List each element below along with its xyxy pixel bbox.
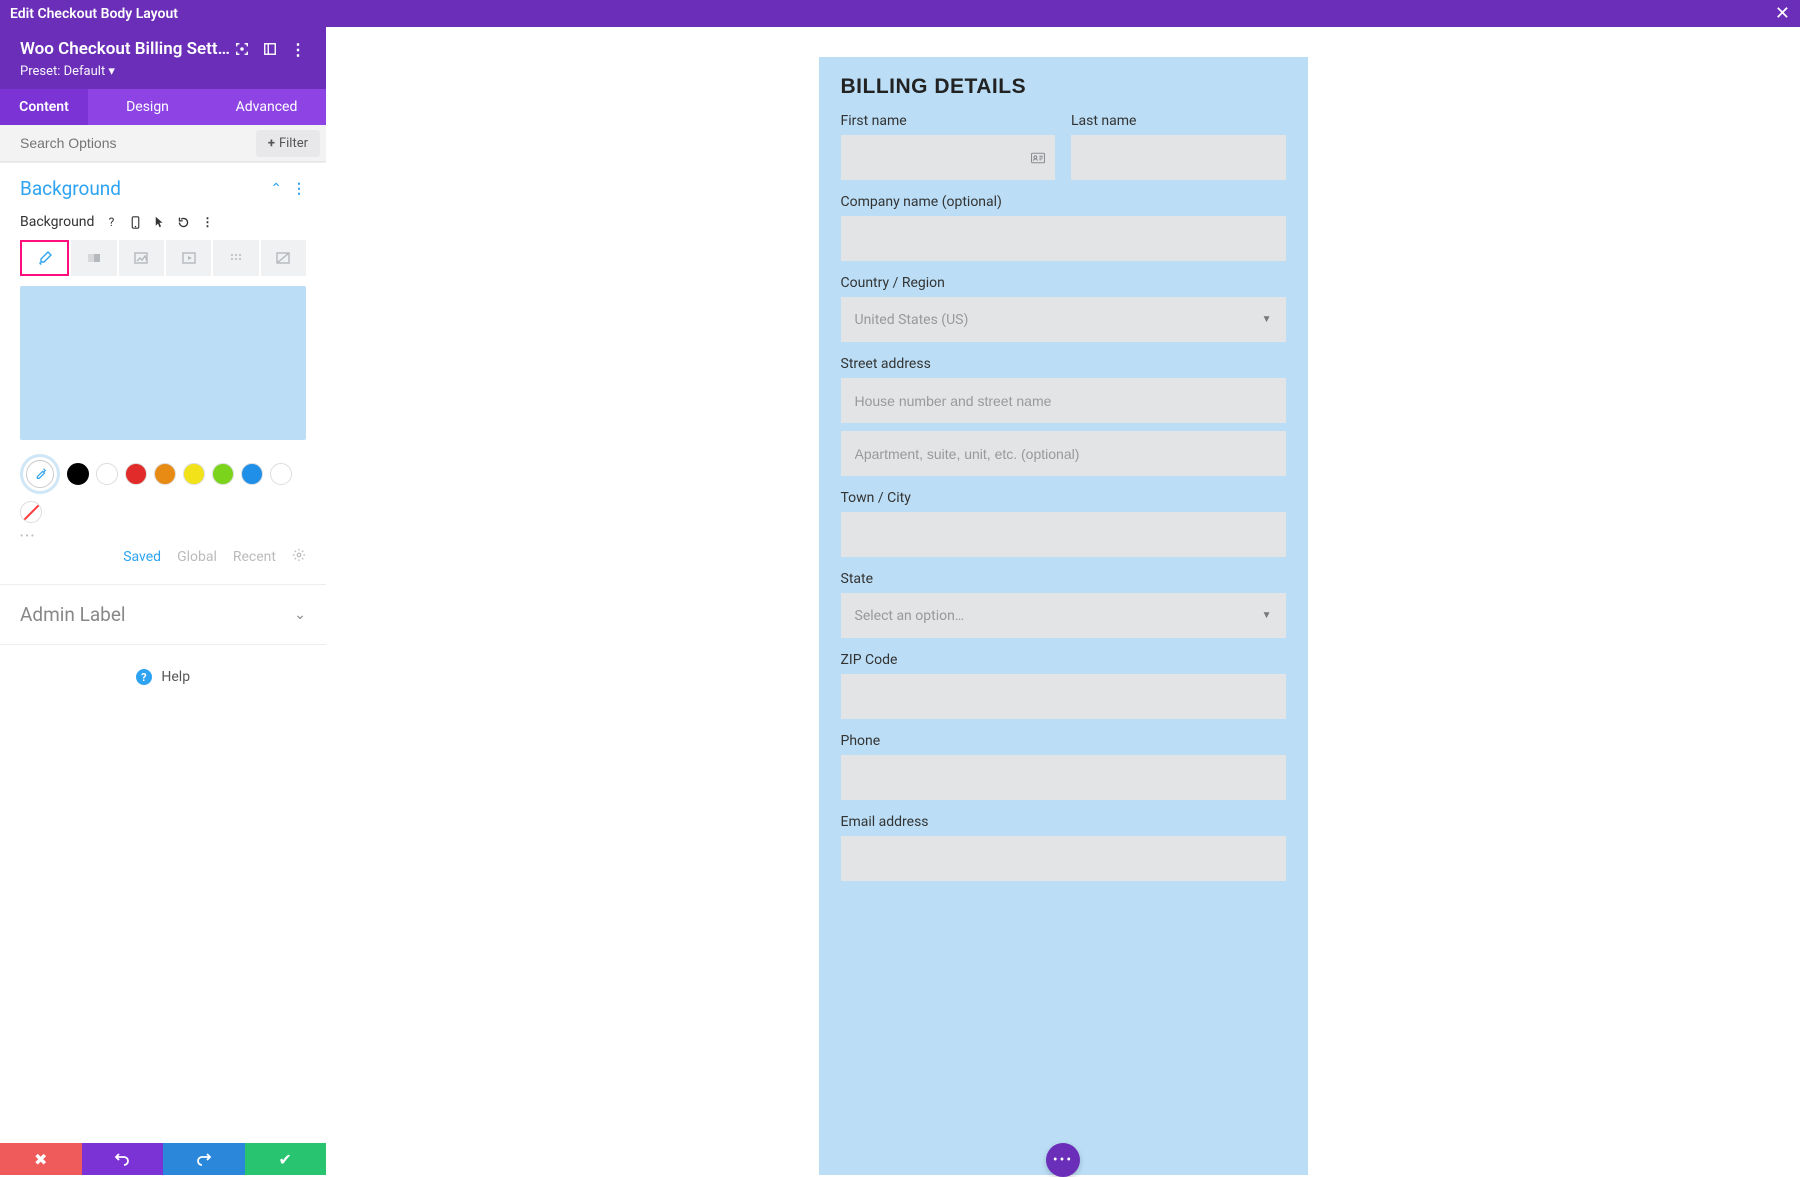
caret-down-icon-2: ▼	[1262, 610, 1272, 621]
select-country-value: United States (US)	[855, 312, 969, 328]
search-row: + Filter	[0, 125, 326, 162]
background-subrow: Background ? ⋮	[0, 214, 326, 240]
swatch-green[interactable]	[212, 463, 234, 485]
swatch-none[interactable]	[20, 501, 42, 523]
settings-panel: Woo Checkout Billing Setti... ⋮ Preset: …	[0, 27, 326, 1143]
search-input[interactable]	[0, 125, 256, 161]
background-label: Background	[20, 214, 94, 230]
swatch-black[interactable]	[67, 463, 89, 485]
help-badge-icon: ?	[136, 669, 152, 685]
panel-body: Background ⌃ ⋮ Background ? ⋮	[0, 162, 326, 1143]
input-email[interactable]	[841, 836, 1286, 881]
billing-module: BILLING DETAILS First name Last name Com…	[819, 57, 1308, 1175]
swatch-more-icon[interactable]: •••	[0, 531, 326, 542]
swatch-white-2[interactable]	[270, 463, 292, 485]
module-fab-icon[interactable]: •••	[1046, 1143, 1080, 1177]
select-state-value: Select an option…	[855, 608, 965, 624]
recent-tab[interactable]: Recent	[233, 549, 276, 565]
label-first-name: First name	[841, 113, 1056, 129]
eyedropper-active-wrap	[20, 454, 60, 494]
label-email: Email address	[841, 814, 1286, 830]
label-zip: ZIP Code	[841, 652, 1286, 668]
section-background: Background ⌃ ⋮ Background ? ⋮	[0, 162, 326, 584]
expand-icon[interactable]: ⌄	[294, 607, 306, 623]
input-company[interactable]	[841, 216, 1286, 261]
swatch-white-1[interactable]	[96, 463, 118, 485]
select-state[interactable]: Select an option… ▼	[841, 593, 1286, 638]
select-country[interactable]: United States (US) ▼	[841, 297, 1286, 342]
saved-tab[interactable]: Saved	[123, 549, 161, 565]
redo-button[interactable]	[163, 1143, 245, 1175]
label-country: Country / Region	[841, 275, 1286, 291]
color-preview[interactable]	[20, 286, 306, 440]
label-city: Town / City	[841, 490, 1286, 506]
bg-tab-pattern[interactable]	[213, 240, 258, 276]
input-first-name[interactable]	[841, 135, 1056, 180]
global-tab[interactable]: Global	[177, 549, 217, 565]
close-icon[interactable]: ✕	[1775, 3, 1790, 24]
label-company: Company name (optional)	[841, 194, 1286, 210]
app-bar: Edit Checkout Body Layout ✕	[0, 0, 1800, 27]
bg-tab-video[interactable]	[166, 240, 211, 276]
billing-title: BILLING DETAILS	[841, 75, 1286, 99]
undo-button[interactable]	[82, 1143, 164, 1175]
app-bar-title: Edit Checkout Body Layout	[10, 6, 178, 22]
filter-button[interactable]: + Filter	[256, 130, 320, 157]
reset-icon[interactable]	[176, 215, 190, 229]
columns-icon[interactable]	[262, 41, 278, 57]
tab-content[interactable]: Content	[0, 89, 88, 125]
filter-label: Filter	[279, 136, 308, 151]
background-type-tabs	[0, 240, 326, 286]
input-last-name[interactable]	[1071, 135, 1286, 180]
section-background-title[interactable]: Background	[20, 177, 121, 200]
tab-design[interactable]: Design	[88, 89, 207, 125]
input-street-2[interactable]	[841, 431, 1286, 476]
kebab-icon[interactable]: ⋮	[290, 41, 306, 57]
canvas: BILLING DETAILS First name Last name Com…	[326, 27, 1800, 1175]
bg-tab-mask[interactable]	[261, 240, 306, 276]
preset-dropdown[interactable]: Preset: Default ▾	[20, 64, 306, 79]
section-admin-label: Admin Label ⌄	[0, 584, 326, 645]
help-row[interactable]: ? Help	[0, 645, 326, 709]
discard-button[interactable]: ✖	[0, 1143, 82, 1175]
scan-icon[interactable]	[234, 41, 250, 57]
module-title: Woo Checkout Billing Setti...	[20, 39, 234, 59]
module-header: Woo Checkout Billing Setti... ⋮ Preset: …	[0, 27, 326, 89]
contact-card-icon[interactable]	[1031, 148, 1045, 167]
tab-advanced[interactable]: Advanced	[207, 89, 326, 125]
label-street: Street address	[841, 356, 1286, 372]
save-button[interactable]: ✔	[245, 1143, 327, 1175]
cursor-icon[interactable]	[152, 215, 166, 229]
eyedropper-icon[interactable]	[26, 460, 54, 488]
more-icon[interactable]: ⋮	[200, 215, 214, 229]
saved-row: Saved Global Recent	[0, 542, 326, 584]
input-street-1[interactable]	[841, 378, 1286, 423]
collapse-icon[interactable]: ⌃	[270, 181, 282, 197]
swatch-yellow[interactable]	[183, 463, 205, 485]
input-zip[interactable]	[841, 674, 1286, 719]
swatch-blue[interactable]	[241, 463, 263, 485]
swatch-red[interactable]	[125, 463, 147, 485]
panel-tabs: Content Design Advanced	[0, 89, 326, 125]
label-state: State	[841, 571, 1286, 587]
caret-down-icon: ▼	[1262, 314, 1272, 325]
input-city[interactable]	[841, 512, 1286, 557]
bg-tab-color[interactable]	[20, 240, 69, 276]
gear-icon[interactable]	[292, 548, 306, 566]
admin-label-title[interactable]: Admin Label	[20, 603, 126, 626]
section-menu-icon[interactable]: ⋮	[292, 181, 306, 197]
swatch-row	[0, 454, 326, 533]
input-phone[interactable]	[841, 755, 1286, 800]
help-icon[interactable]: ?	[104, 215, 118, 229]
swatch-orange[interactable]	[154, 463, 176, 485]
bg-tab-gradient[interactable]	[71, 240, 116, 276]
mobile-icon[interactable]	[128, 215, 142, 229]
label-phone: Phone	[841, 733, 1286, 749]
bg-tab-image[interactable]	[119, 240, 164, 276]
bottom-bar: ✖ ✔	[0, 1143, 326, 1175]
help-label: Help	[161, 669, 190, 685]
label-last-name: Last name	[1071, 113, 1286, 129]
